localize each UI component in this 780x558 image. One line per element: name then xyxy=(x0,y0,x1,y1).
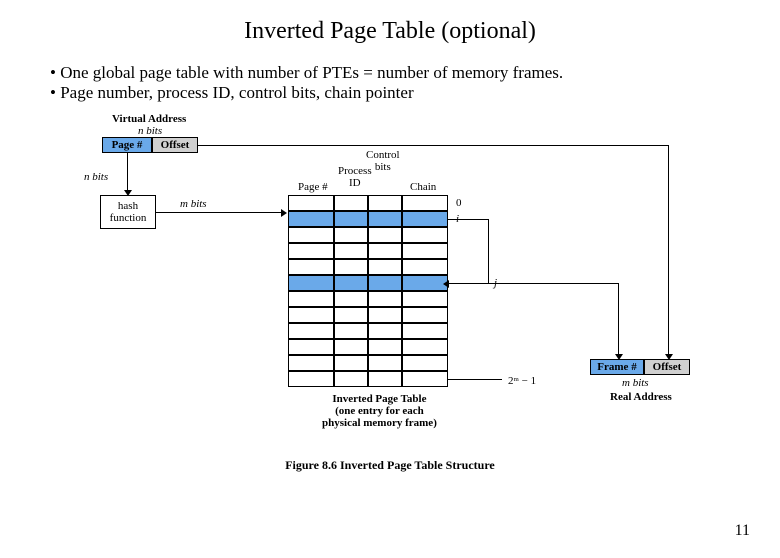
table-cell xyxy=(368,211,402,227)
figure-caption: Figure 8.6 Inverted Page Table Structure xyxy=(70,458,710,473)
table-cell xyxy=(334,371,368,387)
j-to-frame-line xyxy=(618,283,619,355)
table-cell xyxy=(334,243,368,259)
j-to-frame-line xyxy=(448,283,618,284)
table-cell xyxy=(368,339,402,355)
table-cell xyxy=(368,371,402,387)
hash-function-box: hash function xyxy=(100,195,156,229)
diagram: Virtual Address n bits Page # Offset n b… xyxy=(70,113,710,473)
table-cell xyxy=(334,195,368,211)
table-cell xyxy=(288,339,334,355)
table-cell xyxy=(368,227,402,243)
offset-down-line xyxy=(668,145,669,355)
table-cell xyxy=(368,355,402,371)
table-caption: Inverted Page Table (one entry for each … xyxy=(322,393,437,429)
table-cell xyxy=(288,195,334,211)
table-cell xyxy=(288,227,334,243)
col-chain: Chain xyxy=(410,181,436,193)
table-cell xyxy=(288,291,334,307)
table-cell xyxy=(402,195,448,211)
frame-number-cell: Frame # xyxy=(590,359,644,375)
table-cell xyxy=(288,355,334,371)
chain-line xyxy=(488,219,489,283)
table-cell xyxy=(288,371,334,387)
page-number: 11 xyxy=(735,522,750,540)
table-cell xyxy=(288,323,334,339)
table-cell xyxy=(402,259,448,275)
table-cell xyxy=(402,243,448,259)
hash-out-line xyxy=(156,212,282,213)
table-cell xyxy=(334,323,368,339)
m-bits-label: m bits xyxy=(622,377,649,389)
page-to-hash-line xyxy=(127,153,128,191)
table-cell xyxy=(402,307,448,323)
table-cell xyxy=(334,227,368,243)
table-cell xyxy=(334,307,368,323)
bullet-list: One global page table with number of PTE… xyxy=(50,63,780,103)
bullet-item: One global page table with number of PTE… xyxy=(50,63,780,83)
col-process-id: Process ID xyxy=(338,165,372,189)
table-cell xyxy=(288,275,334,291)
table-cell xyxy=(402,355,448,371)
table-cell xyxy=(368,275,402,291)
offset-cell: Offset xyxy=(152,137,198,153)
table-cell xyxy=(288,243,334,259)
table-cell xyxy=(402,291,448,307)
table-cell xyxy=(368,195,402,211)
table-cell xyxy=(334,211,368,227)
idx-last: 2ᵐ − 1 xyxy=(508,375,536,387)
table-cell xyxy=(402,227,448,243)
page-title: Inverted Page Table (optional) xyxy=(0,18,780,45)
table-cell xyxy=(368,259,402,275)
bullet-item: Page number, process ID, control bits, c… xyxy=(50,83,780,103)
table-cell xyxy=(402,323,448,339)
table-cell xyxy=(288,211,334,227)
table-cell xyxy=(402,371,448,387)
table-cell xyxy=(402,211,448,227)
table-cell xyxy=(368,243,402,259)
m-bits-hash-out: m bits xyxy=(180,198,207,210)
table-cell xyxy=(368,323,402,339)
col-page: Page # xyxy=(298,181,328,193)
page-number-cell: Page # xyxy=(102,137,152,153)
n-bits-label: n bits xyxy=(138,125,162,137)
table-cell xyxy=(288,259,334,275)
table-cell xyxy=(288,307,334,323)
table-cell xyxy=(334,259,368,275)
table-cell xyxy=(368,291,402,307)
offset-cell-2: Offset xyxy=(644,359,690,375)
table-cell xyxy=(402,275,448,291)
table-cell xyxy=(334,355,368,371)
real-address-label: Real Address xyxy=(610,391,672,403)
chain-line xyxy=(448,219,488,220)
idx-0: 0 xyxy=(456,197,462,209)
table-cell xyxy=(334,275,368,291)
table-cell xyxy=(334,291,368,307)
table-cell xyxy=(368,307,402,323)
offset-line xyxy=(198,145,668,146)
n-bits-hash-in: n bits xyxy=(84,171,108,183)
virtual-address-label: Virtual Address xyxy=(112,113,186,125)
last-row-tick xyxy=(448,379,502,380)
table-cell xyxy=(402,339,448,355)
table-cell xyxy=(334,339,368,355)
